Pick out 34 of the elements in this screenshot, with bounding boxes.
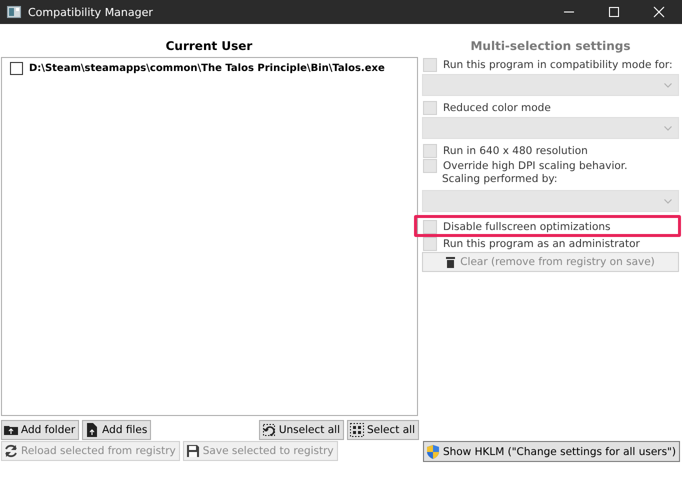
- option-label: Run in 640 x 480 resolution: [443, 144, 588, 156]
- window-title: Compatibility Manager: [28, 6, 153, 18]
- checkbox[interactable]: [10, 62, 23, 75]
- dropdown[interactable]: [422, 117, 679, 139]
- panel-heading: Current User: [164, 38, 254, 55]
- file-path[interactable]: D:\Steam\steamapps\common\The Talos Principle\Bin\Talos.exe: [29, 63, 385, 74]
- shield-button[interactable]: Show HKLM ("Change settings for all users"): [422, 441, 680, 462]
- app-icon: [7, 6, 21, 18]
- option-label: Run this program in compatibility mode for:: [443, 58, 673, 70]
- trash-icon: [446, 256, 456, 268]
- undo-icon: [262, 423, 276, 437]
- dropdown[interactable]: [422, 74, 679, 96]
- option-label: Reduced color mode: [443, 102, 551, 114]
- shield-icon: [426, 444, 440, 458]
- unselect-button[interactable]: Unselect all: [258, 420, 344, 440]
- refresh-icon: [4, 444, 18, 458]
- add-files-button[interactable]: Add files: [82, 420, 152, 440]
- dropdown[interactable]: [422, 190, 679, 212]
- option-label: Scaling performed by:: [441, 173, 558, 187]
- option-label: Override high DPI scaling behavior.: [443, 160, 628, 172]
- chevron-down-icon: [664, 82, 672, 88]
- panel-heading: Multi-selection settings: [469, 38, 632, 55]
- maximize-icon[interactable]: [608, 6, 620, 18]
- option-label: Run this program as an administrator: [443, 238, 640, 250]
- select-button[interactable]: Select all: [347, 420, 419, 440]
- folder-icon: [4, 423, 18, 437]
- chevron-down-icon: [664, 126, 672, 130]
- option-label: Disable fullscreen optimizations: [443, 220, 611, 232]
- add-folder-button[interactable]: Add folder: [1, 420, 80, 440]
- close-icon[interactable]: [653, 6, 665, 18]
- floppy-icon: [186, 444, 200, 458]
- file-icon: [85, 423, 100, 437]
- grid-icon: [350, 423, 364, 437]
- chevron-down-icon: [664, 198, 672, 204]
